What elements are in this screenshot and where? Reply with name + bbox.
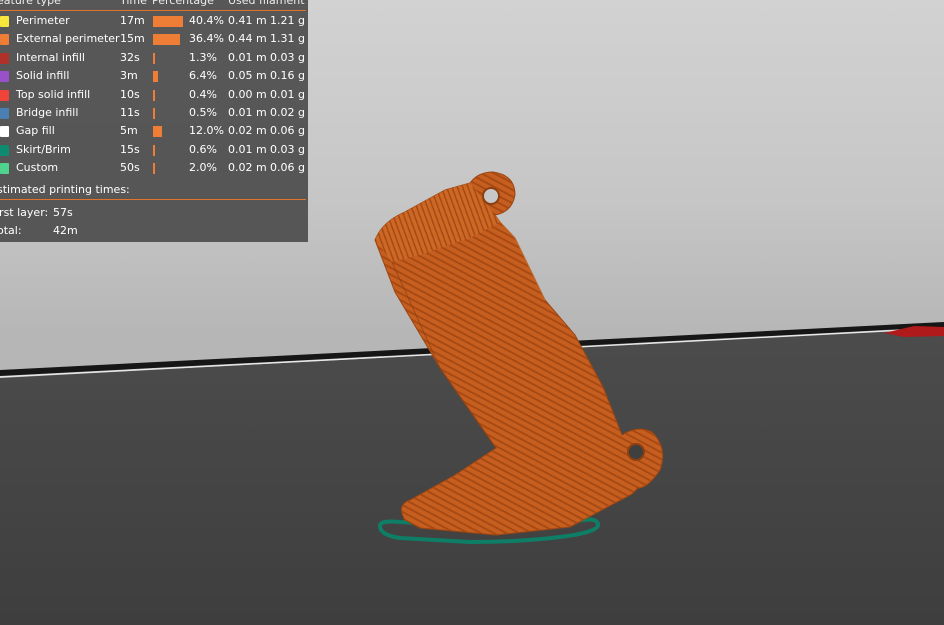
feature-used-weight: 1.21 g — [270, 14, 305, 27]
header-time: Time — [120, 0, 147, 7]
feature-used-length: 0.05 m — [228, 69, 267, 83]
feature-percentage: 0.4% — [189, 87, 217, 101]
feature-percentage: 6.4% — [189, 69, 217, 83]
feature-used-length: 0.02 m — [228, 124, 267, 138]
percentage-bar — [153, 34, 180, 46]
feature-used-length: 0.01 m — [228, 50, 267, 64]
feature-time: 15m — [120, 32, 145, 46]
color-swatch — [0, 34, 9, 46]
legend-panel: eature type Time Percentage Used filamen… — [0, 0, 308, 242]
color-swatch — [0, 108, 9, 119]
percentage-bar — [153, 52, 155, 64]
feature-time: 11s — [120, 106, 140, 119]
total-value: 42m — [53, 224, 78, 237]
feature-used-length: 0.44 m — [228, 32, 267, 46]
color-swatch — [0, 16, 9, 27]
feature-used-weight: 0.06 g — [270, 161, 305, 175]
legend-row: Bridge infill 11s 0.5% 0.01 m 0.02 g — [0, 104, 308, 122]
percentage-bar — [153, 108, 155, 119]
first-layer-label: irst layer: — [0, 206, 49, 219]
legend-row: Custom 50s 2.0% 0.02 m 0.06 g — [0, 159, 308, 177]
legend-row: Skirt/Brim 15s 0.6% 0.01 m 0.03 g — [0, 141, 308, 159]
feature-name: Skirt/Brim — [16, 142, 71, 156]
legend-row: External perimeter 15m 36.4% 0.44 m 1.31 g — [0, 30, 308, 48]
feature-name: Custom — [16, 161, 59, 175]
percentage-bar — [153, 89, 155, 101]
color-swatch — [0, 144, 9, 156]
feature-used-weight: 0.06 g — [270, 124, 305, 138]
feature-used-weight: 0.16 g — [270, 69, 305, 83]
color-swatch — [0, 126, 9, 138]
percentage-bar — [153, 126, 162, 138]
legend-row: Solid infill 3m 6.4% 0.05 m 0.16 g — [0, 67, 308, 85]
feature-percentage: 12.0% — [189, 124, 224, 138]
legend-row: Gap fill 5m 12.0% 0.02 m 0.06 g — [0, 122, 308, 140]
feature-time: 32s — [120, 50, 140, 64]
legend-row: Internal infill 32s 1.3% 0.01 m 0.03 g — [0, 49, 308, 67]
header-percentage: Percentage — [152, 0, 214, 7]
feature-used-length: 0.41 m — [228, 14, 267, 27]
header-used-filament: Used filament — [228, 0, 305, 7]
estimated-times-divider — [0, 199, 306, 200]
feature-percentage: 2.0% — [189, 161, 217, 175]
feature-name: Gap fill — [16, 124, 55, 138]
color-swatch — [0, 71, 9, 83]
feature-name: Top solid infill — [16, 87, 91, 101]
percentage-bar — [153, 16, 183, 27]
feature-percentage: 1.3% — [189, 50, 217, 64]
legend-row: Top solid infill 10s 0.4% 0.00 m 0.01 g — [0, 86, 308, 104]
feature-percentage: 0.5% — [189, 106, 217, 119]
feature-name: Solid infill — [16, 69, 70, 83]
color-swatch — [0, 52, 9, 64]
percentage-bar — [153, 144, 155, 156]
color-swatch — [0, 163, 9, 175]
feature-used-weight: 1.31 g — [270, 32, 305, 46]
header-feature-type: eature type — [0, 0, 61, 7]
feature-time: 15s — [120, 142, 140, 156]
feature-used-length: 0.01 m — [228, 142, 267, 156]
feature-used-length: 0.00 m — [228, 87, 267, 101]
feature-name: Bridge infill — [16, 106, 79, 119]
feature-used-weight: 0.03 g — [270, 142, 305, 156]
feature-used-length: 0.02 m — [228, 161, 267, 175]
feature-used-weight: 0.03 g — [270, 50, 305, 64]
feature-time: 3m — [120, 69, 138, 83]
percentage-bar — [153, 71, 158, 83]
total-label: otal: — [0, 224, 22, 237]
color-swatch — [0, 89, 9, 101]
feature-percentage: 40.4% — [189, 14, 224, 27]
feature-time: 10s — [120, 87, 140, 101]
header-divider — [0, 10, 306, 11]
feature-percentage: 0.6% — [189, 142, 217, 156]
feature-time: 17m — [120, 14, 145, 27]
feature-used-weight: 0.02 g — [270, 106, 305, 119]
estimated-times-title: stimated printing times: — [0, 183, 130, 196]
feature-name: Internal infill — [16, 50, 85, 64]
feature-used-length: 0.01 m — [228, 106, 267, 119]
feature-percentage: 36.4% — [189, 32, 224, 46]
feature-name: External perimeter — [16, 32, 120, 46]
feature-time: 50s — [120, 161, 140, 175]
first-layer-value: 57s — [53, 206, 73, 219]
legend-row: Perimeter 17m 40.4% 0.41 m 1.21 g — [0, 12, 308, 30]
percentage-bar — [153, 163, 155, 175]
feature-used-weight: 0.01 g — [270, 87, 305, 101]
feature-name: Perimeter — [16, 14, 70, 27]
feature-time: 5m — [120, 124, 138, 138]
